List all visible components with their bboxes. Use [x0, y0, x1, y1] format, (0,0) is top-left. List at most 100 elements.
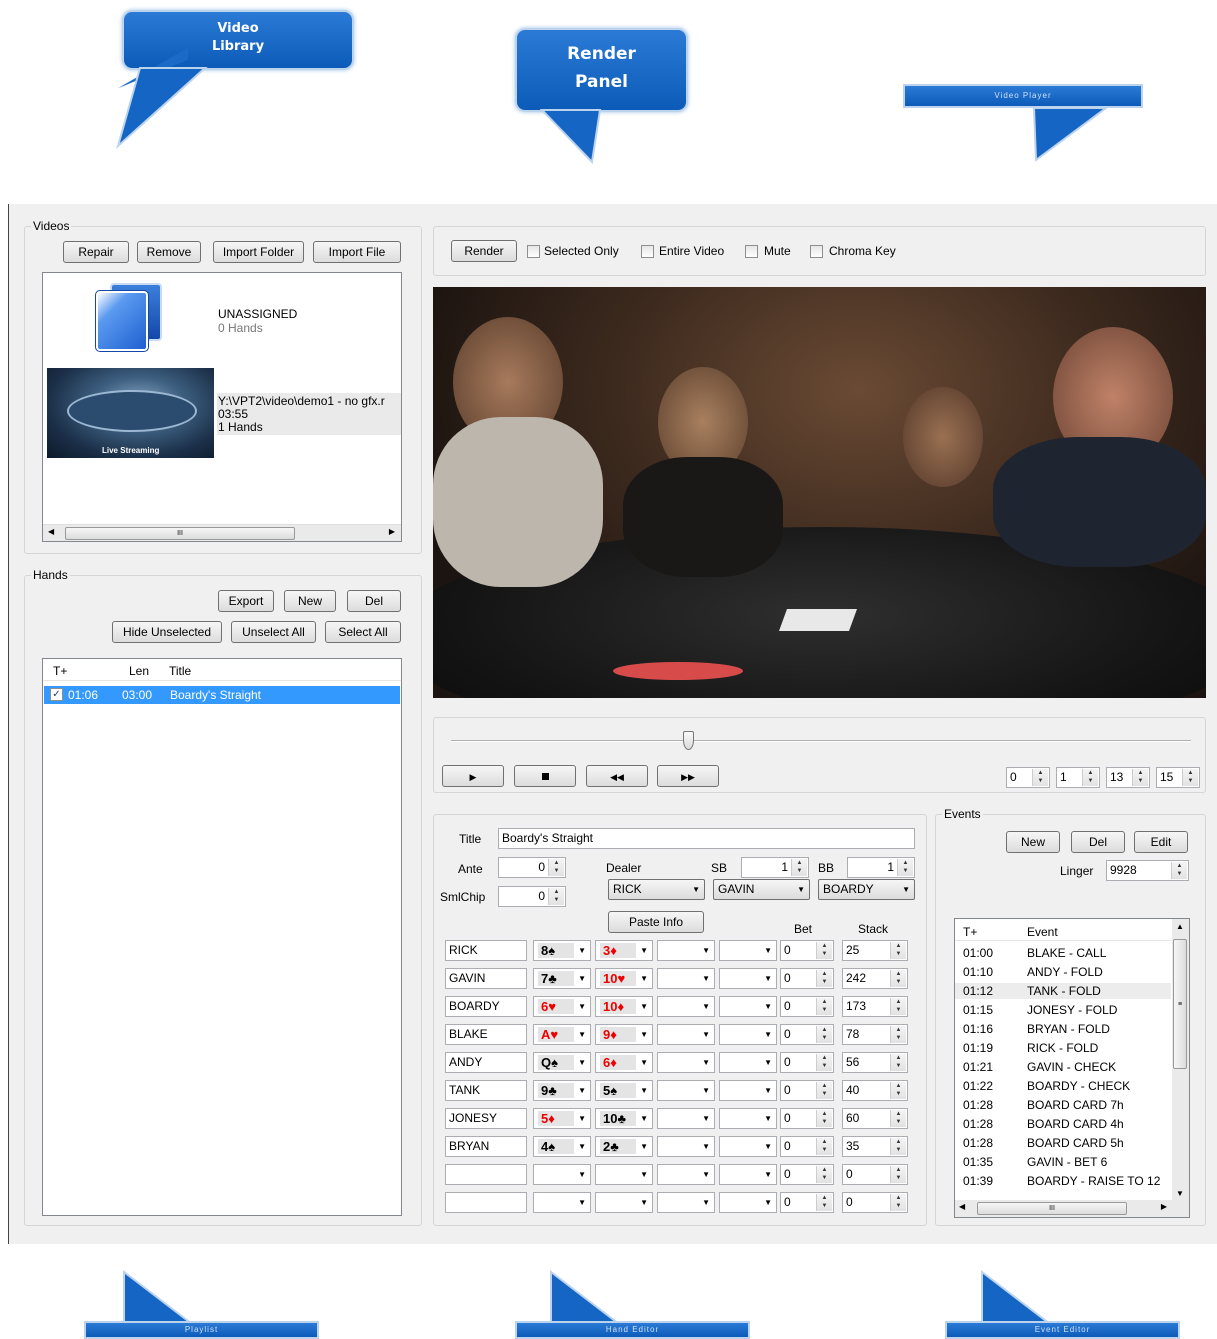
hole-card-2-select[interactable]: ▼: [595, 1192, 653, 1213]
hand-row-selected[interactable]: ✓ 01:06 03:00 Boardy's Straight: [44, 686, 400, 704]
event-row[interactable]: 01:10 ANDY - FOLD: [955, 964, 1171, 980]
scroll-left-icon[interactable]: ◀: [959, 1202, 965, 1211]
col-title-header[interactable]: Title: [169, 664, 191, 678]
entire-video-label[interactable]: Entire Video: [659, 244, 724, 258]
bet-spinner[interactable]: 0 ▲ ▼: [780, 968, 834, 989]
import-file-button[interactable]: Import File: [313, 241, 401, 263]
event-row[interactable]: 01:21 GAVIN - CHECK: [955, 1059, 1171, 1075]
hole-card-1-select[interactable]: 7♣ ▼: [533, 968, 591, 989]
video-item-demo1[interactable]: Live Streaming Y:\VPT2\video\demo1 - no …: [43, 368, 401, 458]
hole-card-2-select[interactable]: 6♦ ▼: [595, 1052, 653, 1073]
hole-card-3-select[interactable]: ▼: [657, 968, 715, 989]
spin-arrows-icon[interactable]: ▲ ▼: [1082, 769, 1098, 786]
hole-card-1-select[interactable]: ▼: [533, 1192, 591, 1213]
new-hand-button[interactable]: New: [284, 590, 336, 612]
col-t-header[interactable]: T+: [53, 664, 67, 678]
chroma-key-checkbox[interactable]: [810, 245, 823, 258]
hole-card-3-select[interactable]: ▼: [657, 1052, 715, 1073]
hole-card-4-select[interactable]: ▼: [719, 1108, 777, 1129]
hole-card-3-select[interactable]: ▼: [657, 1192, 715, 1213]
export-button[interactable]: Export: [218, 590, 274, 612]
select-all-button[interactable]: Select All: [325, 621, 401, 643]
player-name-input[interactable]: [445, 1192, 527, 1213]
unselect-all-button[interactable]: Unselect All: [231, 621, 316, 643]
bet-spinner[interactable]: 0 ▲ ▼: [780, 1136, 834, 1157]
hole-card-3-select[interactable]: ▼: [657, 1024, 715, 1045]
spin-arrows-icon[interactable]: ▲ ▼: [890, 1138, 906, 1155]
rewind-button[interactable]: ◀◀: [586, 765, 648, 787]
spin-arrows-icon[interactable]: ▲ ▼: [1132, 769, 1148, 786]
hole-card-2-select[interactable]: 10♦ ▼: [595, 996, 653, 1017]
event-row[interactable]: 01:28 BOARD CARD 4h: [955, 1116, 1171, 1132]
paste-info-button[interactable]: Paste Info: [608, 911, 704, 933]
spin-arrows-icon[interactable]: ▲ ▼: [897, 859, 913, 876]
title-input[interactable]: Boardy's Straight: [498, 828, 915, 849]
event-row[interactable]: 01:16 BRYAN - FOLD: [955, 1021, 1171, 1037]
stack-spinner[interactable]: 78 ▲ ▼: [842, 1024, 908, 1045]
spin-arrows-icon[interactable]: ▲ ▼: [890, 1110, 906, 1127]
sb-spinner[interactable]: 1 ▲ ▼: [741, 857, 809, 878]
col-t-header[interactable]: T+: [963, 925, 977, 939]
video-frame[interactable]: [433, 287, 1206, 698]
event-row[interactable]: 01:28 BOARD CARD 7h: [955, 1097, 1171, 1113]
hand-row-checkbox[interactable]: ✓: [50, 688, 63, 701]
spin-arrows-icon[interactable]: ▲ ▼: [1032, 769, 1048, 786]
mute-label[interactable]: Mute: [764, 244, 791, 258]
player-name-input[interactable]: RICK: [445, 940, 527, 961]
timecode-hours[interactable]: 0 ▲ ▼: [1006, 767, 1050, 788]
hole-card-2-select[interactable]: 10♥ ▼: [595, 968, 653, 989]
del-hand-button[interactable]: Del: [347, 590, 401, 612]
stack-spinner[interactable]: 242 ▲ ▼: [842, 968, 908, 989]
hole-card-4-select[interactable]: ▼: [719, 1024, 777, 1045]
hole-card-4-select[interactable]: ▼: [719, 1164, 777, 1185]
player-name-input[interactable]: BRYAN: [445, 1136, 527, 1157]
repair-button[interactable]: Repair: [63, 241, 129, 263]
selected-only-label[interactable]: Selected Only: [544, 244, 619, 258]
col-len-header[interactable]: Len: [129, 664, 149, 678]
stop-button[interactable]: [514, 765, 576, 787]
events-hscrollbar[interactable]: ◀ III ▶: [955, 1200, 1189, 1217]
bet-spinner[interactable]: 0 ▲ ▼: [780, 1024, 834, 1045]
scroll-left-icon[interactable]: ◀: [48, 527, 54, 536]
bet-spinner[interactable]: 0 ▲ ▼: [780, 996, 834, 1017]
spin-arrows-icon[interactable]: ▲ ▼: [791, 859, 807, 876]
dealer-select[interactable]: RICK ▼: [608, 879, 705, 900]
hole-card-3-select[interactable]: ▼: [657, 1136, 715, 1157]
hole-card-3-select[interactable]: ▼: [657, 1108, 715, 1129]
event-row[interactable]: 01:28 BOARD CARD 5h: [955, 1135, 1171, 1151]
hole-card-2-select[interactable]: ▼: [595, 1164, 653, 1185]
spin-arrows-icon[interactable]: ▲ ▼: [816, 970, 832, 987]
hole-card-2-select[interactable]: 9♦ ▼: [595, 1024, 653, 1045]
stack-spinner[interactable]: 25 ▲ ▼: [842, 940, 908, 961]
hole-card-1-select[interactable]: 9♣ ▼: [533, 1080, 591, 1101]
hole-card-4-select[interactable]: ▼: [719, 1192, 777, 1213]
bet-spinner[interactable]: 0 ▲ ▼: [780, 1052, 834, 1073]
scroll-up-icon[interactable]: ▲: [1176, 922, 1184, 931]
scroll-thumb[interactable]: III: [65, 527, 295, 540]
hole-card-2-select[interactable]: 10♣ ▼: [595, 1108, 653, 1129]
remove-button[interactable]: Remove: [137, 241, 201, 263]
hole-card-3-select[interactable]: ▼: [657, 1080, 715, 1101]
hole-card-1-select[interactable]: ▼: [533, 1164, 591, 1185]
scroll-thumb[interactable]: III: [977, 1202, 1127, 1215]
import-folder-button[interactable]: Import Folder: [213, 241, 304, 263]
spin-arrows-icon[interactable]: ▲ ▼: [890, 942, 906, 959]
stack-spinner[interactable]: 56 ▲ ▼: [842, 1052, 908, 1073]
event-row[interactable]: 01:22 BOARDY - CHECK: [955, 1078, 1171, 1094]
col-event-header[interactable]: Event: [1027, 925, 1058, 939]
scroll-thumb[interactable]: ≡: [1173, 939, 1187, 1069]
timecode-minutes[interactable]: 1 ▲ ▼: [1056, 767, 1100, 788]
spin-arrows-icon[interactable]: ▲ ▼: [890, 1166, 906, 1183]
player-name-input[interactable]: TANK: [445, 1080, 527, 1101]
spin-arrows-icon[interactable]: ▲ ▼: [890, 1082, 906, 1099]
stack-spinner[interactable]: 35 ▲ ▼: [842, 1136, 908, 1157]
spin-arrows-icon[interactable]: ▲ ▼: [890, 1026, 906, 1043]
spin-arrows-icon[interactable]: ▲ ▼: [890, 998, 906, 1015]
stack-spinner[interactable]: 40 ▲ ▼: [842, 1080, 908, 1101]
bet-spinner[interactable]: 0 ▲ ▼: [780, 1080, 834, 1101]
spin-arrows-icon[interactable]: ▲ ▼: [816, 1166, 832, 1183]
spin-arrows-icon[interactable]: ▲ ▼: [1182, 769, 1198, 786]
spin-arrows-icon[interactable]: ▲ ▼: [890, 1194, 906, 1211]
player-name-input[interactable]: ANDY: [445, 1052, 527, 1073]
events-vscrollbar[interactable]: ▲ ≡ ▼: [1172, 919, 1189, 1200]
